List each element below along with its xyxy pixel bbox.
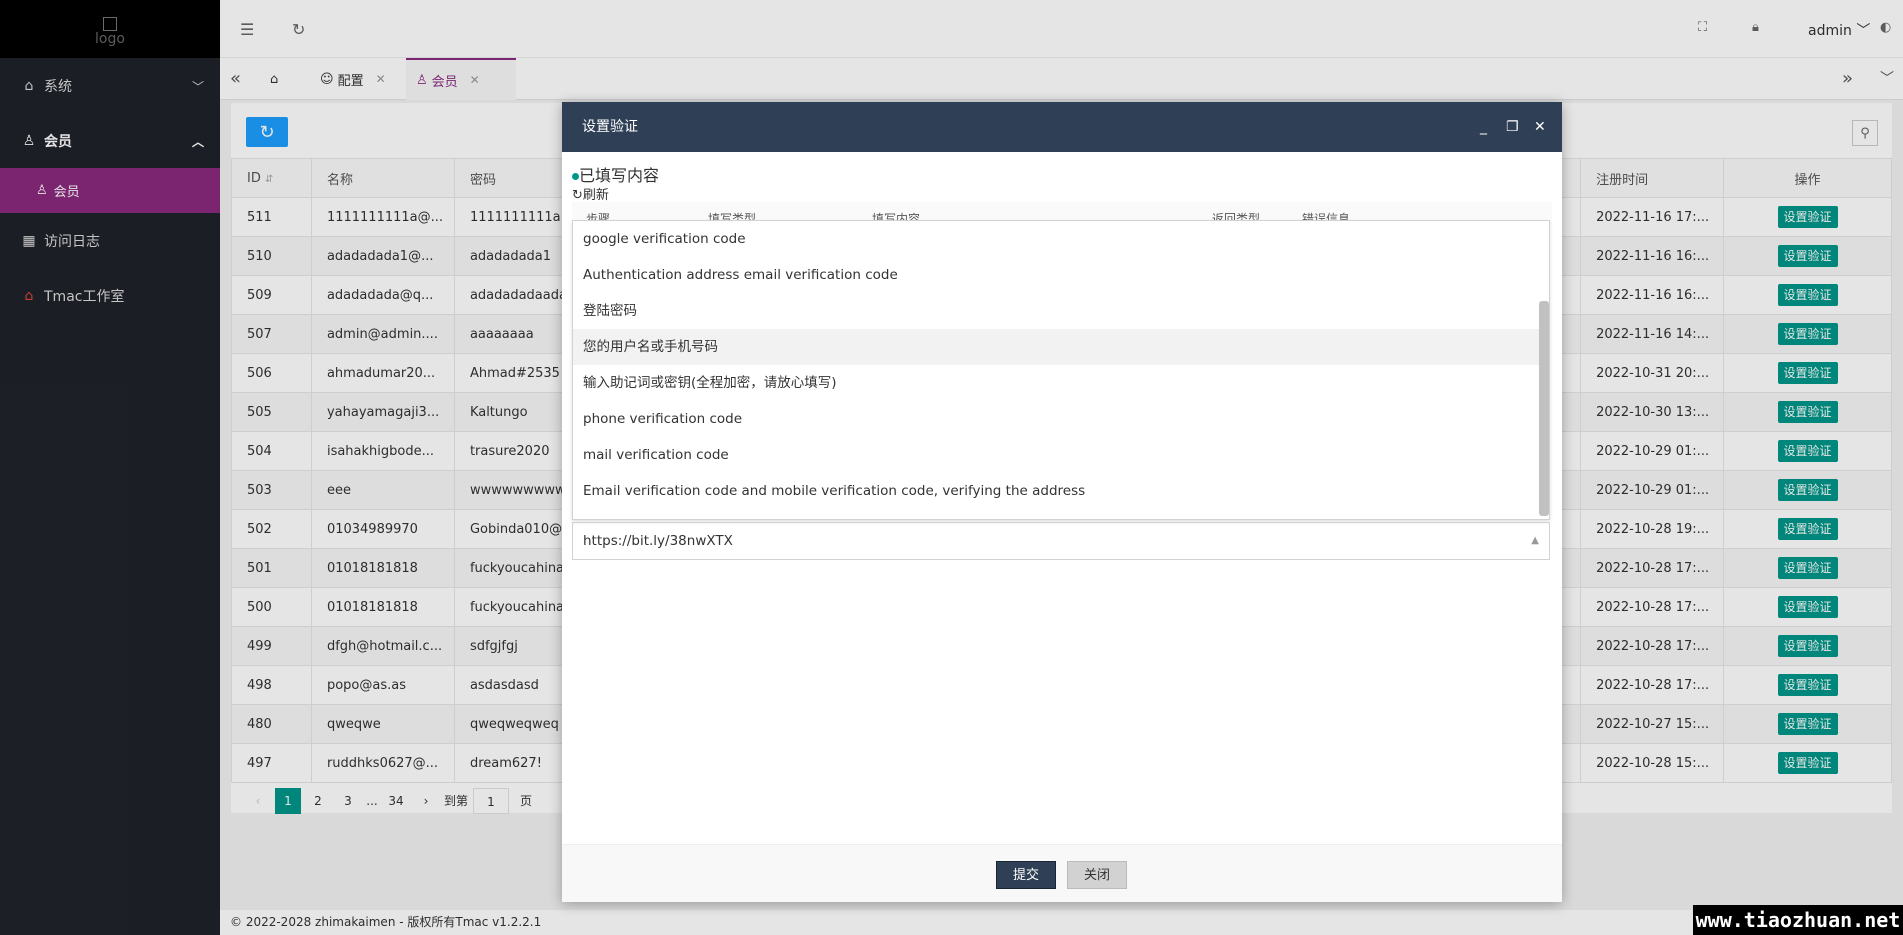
dropdown-option[interactable]: Authentication address email verificatio… bbox=[573, 257, 1549, 293]
dropdown-option[interactable]: 输入助记词或密钥(全程加密，请放心填写) bbox=[573, 365, 1549, 401]
minimize-icon[interactable]: _ bbox=[1480, 102, 1487, 152]
dropdown-option[interactable]: phone verification code bbox=[573, 401, 1549, 437]
modal-refresh-link[interactable]: ↻刷新 bbox=[572, 184, 609, 203]
dropdown-option[interactable]: Email verification code and mobile verif… bbox=[573, 473, 1549, 509]
submit-button[interactable]: 提交 bbox=[996, 861, 1056, 889]
dropdown-scrollbar[interactable] bbox=[1539, 301, 1549, 516]
refresh-icon: ↻ bbox=[572, 188, 583, 203]
verification-type-dropdown: google verification code Authentication … bbox=[572, 220, 1550, 520]
refresh-label: 刷新 bbox=[582, 188, 609, 203]
close-icon[interactable]: ✕ bbox=[1534, 102, 1546, 152]
modal-header: 设置验证 _ ❐ ✕ bbox=[562, 102, 1562, 152]
heading-text: 已填写内容 bbox=[579, 166, 660, 185]
bullet-dot-icon bbox=[572, 173, 579, 180]
set-verification-modal: 设置验证 _ ❐ ✕ 已填写内容 ↻刷新 步骤 填写类型 填写内容 返回类型 错… bbox=[562, 102, 1562, 902]
modal-footer: 提交 关闭 bbox=[562, 844, 1562, 902]
verification-select[interactable]: https://bit.ly/38nwXTX ▲ bbox=[572, 522, 1550, 560]
close-button[interactable]: 关闭 bbox=[1067, 861, 1127, 889]
dropdown-option[interactable]: mail verification code bbox=[573, 437, 1549, 473]
maximize-icon[interactable]: ❐ bbox=[1506, 102, 1519, 152]
app-root: logo ⌂ 系统 ﹀ ♙ 会员 ︿ ♙ 会员 ▦ 访问日志 ⌂ Tmac工作室 bbox=[0, 0, 1903, 935]
dropdown-option[interactable]: 登陆密码 bbox=[573, 293, 1549, 329]
modal-title: 设置验证 bbox=[582, 119, 638, 135]
filled-content-heading: 已填写内容 bbox=[572, 162, 659, 186]
dropdown-option[interactable]: google verification code bbox=[573, 221, 1549, 257]
select-value: https://bit.ly/38nwXTX bbox=[583, 533, 733, 549]
caret-up-icon: ▲ bbox=[1531, 535, 1539, 546]
dropdown-option[interactable]: 您的用户名或手机号码 bbox=[573, 329, 1549, 365]
watermark: www.tiaozhuan.net bbox=[1693, 905, 1903, 935]
